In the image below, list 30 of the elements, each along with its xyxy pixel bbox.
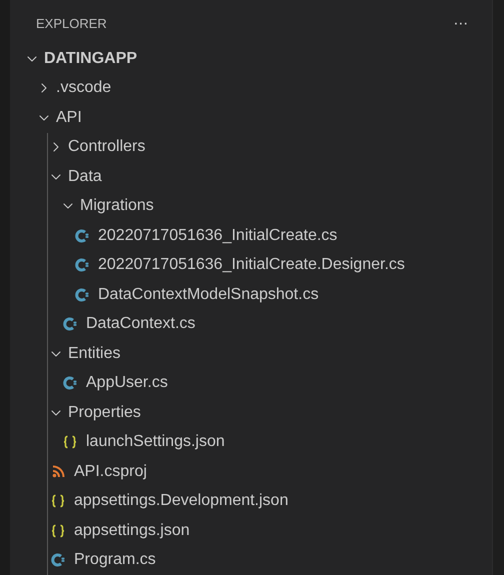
file-row[interactable]: appsettings.Development.json xyxy=(10,486,492,516)
csharp-file-icon xyxy=(51,553,65,568)
csharp-file-icon xyxy=(63,317,77,332)
folder-row[interactable]: Entities xyxy=(10,339,492,368)
folder-row[interactable]: API xyxy=(10,103,492,132)
file-row[interactable]: launchSettings.json xyxy=(10,428,492,457)
file-row[interactable]: DataContext.cs xyxy=(10,310,492,339)
panel-title: EXPLORER xyxy=(36,15,107,34)
braces-icon xyxy=(51,494,65,508)
file-row[interactable]: 20220717051636_InitialCreate.Designer.cs xyxy=(10,250,492,280)
braces-icon xyxy=(51,524,65,538)
folder-row[interactable]: Properties xyxy=(10,398,492,428)
csharp-file-icon xyxy=(75,228,89,243)
file-row[interactable]: DataContextModelSnapshot.cs xyxy=(10,280,492,310)
file-row[interactable]: 20220717051636_InitialCreate.cs xyxy=(10,221,492,250)
folder-row[interactable]: DATINGAPP xyxy=(10,44,492,74)
file-row[interactable]: AppUser.cs xyxy=(10,368,492,398)
folder-row[interactable]: Migrations xyxy=(10,192,492,221)
rss-icon xyxy=(52,465,64,478)
csharp-file-icon xyxy=(75,288,89,302)
csharp-file-icon xyxy=(63,376,77,390)
folder-row[interactable]: Controllers xyxy=(10,132,492,162)
folder-row[interactable]: Data xyxy=(10,162,492,192)
file-row[interactable]: API.csproj xyxy=(10,457,492,486)
csharp-file-icon xyxy=(75,258,89,272)
more-actions-button[interactable]: ··· xyxy=(453,12,468,36)
file-row[interactable]: Program.cs xyxy=(10,546,492,575)
folder-row[interactable]: .vscode xyxy=(10,74,492,103)
braces-icon xyxy=(63,435,77,450)
file-row[interactable]: appsettings.json xyxy=(10,516,492,546)
